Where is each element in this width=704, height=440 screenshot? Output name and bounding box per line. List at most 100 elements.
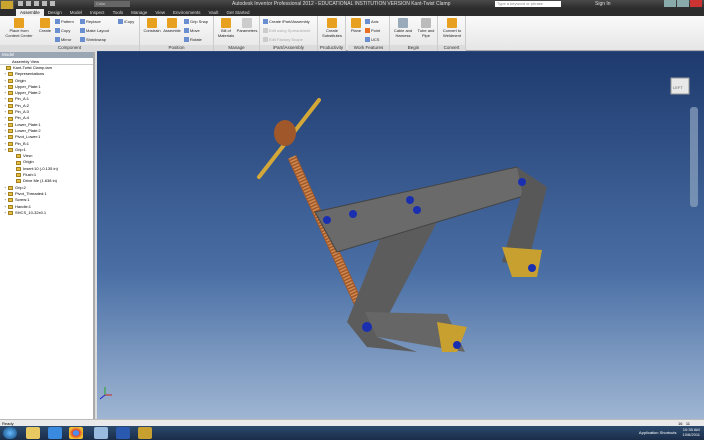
maximize-button[interactable] [677, 0, 689, 7]
axis-button[interactable]: Axis [365, 19, 379, 24]
tab-environments[interactable]: Environments [169, 9, 205, 16]
label: Cable and Harness [393, 28, 413, 38]
close-button[interactable] [690, 0, 702, 7]
sign-in-button[interactable]: Sign In [595, 1, 611, 7]
save-icon[interactable] [34, 1, 39, 6]
component-icon [8, 97, 13, 102]
expand-icon[interactable]: + [4, 147, 7, 153]
axis-icon [365, 19, 370, 24]
open-icon[interactable] [26, 1, 31, 6]
point-button[interactable]: Point [365, 28, 380, 33]
label: Create Substitutes [322, 28, 342, 38]
shrinkwrap-button[interactable]: Shrinkwrap [80, 37, 106, 42]
inventor-icon[interactable] [138, 427, 152, 439]
component-icon [8, 129, 13, 134]
create-ipart-button[interactable]: Create iPart/iAssembly [263, 19, 310, 24]
internet-explorer-icon[interactable] [48, 427, 62, 439]
pattern-button[interactable]: Pattern [55, 19, 74, 24]
pin [349, 210, 357, 218]
copy-button[interactable]: Copy [55, 28, 70, 33]
graphics-viewport[interactable]: LEFT [97, 52, 704, 419]
tree-node[interactable]: + SHCS_10-32x0.1 [2, 210, 93, 216]
rotate-button[interactable]: Rotate [184, 37, 202, 42]
tube-icon [421, 18, 431, 28]
edit-factory-scope-button[interactable]: Edit Factory Scope [263, 37, 303, 42]
label: UCS [371, 37, 380, 42]
pin [362, 322, 372, 332]
tab-tools[interactable]: Tools [109, 9, 128, 16]
explorer-icon[interactable] [26, 427, 40, 439]
tube-pipe-button[interactable]: Tube and Pipe [415, 18, 437, 38]
redo-icon[interactable] [50, 1, 55, 6]
tab-get-started[interactable]: Get Started [222, 9, 253, 16]
label: Create [38, 28, 51, 33]
assemble-button[interactable]: Assemble [162, 18, 182, 34]
word-icon[interactable] [116, 427, 130, 439]
node-label: SHCS_10-32x0.1 [15, 209, 47, 215]
parameters-button[interactable]: Parameters [236, 18, 258, 34]
constrain-icon [147, 18, 157, 28]
plane-button[interactable]: Plane [349, 18, 363, 34]
tab-view[interactable]: View [151, 9, 169, 16]
start-button[interactable] [3, 427, 17, 439]
place-from-content-center-button[interactable]: Place from Content Center [2, 18, 36, 38]
color-select[interactable]: Color [94, 1, 130, 7]
grip-snap-button[interactable]: Grip Snap [184, 19, 208, 24]
component-icon [8, 78, 13, 83]
convert-weldment-button[interactable]: Convert to Weldment [439, 18, 465, 38]
label: Mirror [61, 37, 72, 42]
component-icon [8, 135, 13, 140]
minimize-button[interactable] [664, 0, 676, 7]
assembly-view-dropdown[interactable]: Assembly View [0, 58, 93, 65]
cable-icon [398, 18, 408, 28]
tab-manage[interactable]: Manage [127, 9, 151, 16]
mirror-button[interactable]: Mirror [55, 37, 71, 42]
constrain-button[interactable]: Constrain [142, 18, 162, 34]
make-layout-button[interactable]: Make Layout [80, 28, 109, 33]
tab-assemble[interactable]: Assemble [16, 9, 44, 16]
label: Plane [350, 28, 362, 33]
component-icon [8, 204, 13, 209]
label: Move [190, 28, 200, 33]
label: Assemble [163, 28, 181, 33]
navigation-bar[interactable] [690, 107, 698, 207]
label: Place from Content Center [5, 28, 33, 38]
tab-model[interactable]: Model [66, 9, 86, 16]
new-icon[interactable] [18, 1, 23, 6]
tab-design[interactable]: Design [44, 9, 66, 16]
tab-inspect[interactable]: Inspect [86, 9, 109, 16]
plane-icon [351, 18, 361, 28]
move-button[interactable]: Move [184, 28, 200, 33]
clamp-model: LEFT [99, 77, 698, 400]
icopy-button[interactable]: iCopy [118, 19, 134, 24]
application-shortcuts[interactable]: Application Shortcuts [639, 430, 677, 435]
clock[interactable]: 10:35 AM 10/6/2011 [683, 427, 701, 437]
replace-button[interactable]: Replace [80, 19, 101, 24]
component-icon [8, 72, 13, 77]
component-icon [8, 91, 13, 96]
bill-of-materials-button[interactable]: Bill of Materials [216, 18, 236, 38]
component-icon [8, 116, 13, 121]
edit-spreadsheet-button[interactable]: Edit using Spreadsheet [263, 28, 310, 33]
cable-harness-button[interactable]: Cable and Harness [392, 18, 414, 38]
screw-head [274, 120, 296, 146]
chrome-icon[interactable] [69, 427, 83, 439]
search-input[interactable]: Type a keyword or phrase [495, 1, 561, 7]
component-icon [8, 192, 13, 197]
pattern-icon [55, 19, 60, 24]
ucs-button[interactable]: UCS [365, 37, 379, 42]
expand-icon[interactable]: + [4, 210, 7, 216]
notepad-icon[interactable] [94, 427, 108, 439]
point-icon [365, 28, 370, 33]
create-button[interactable]: Create [36, 18, 54, 34]
tab-vault[interactable]: Vault [205, 9, 223, 16]
label: Bill of Materials [217, 28, 235, 38]
undo-icon[interactable] [42, 1, 47, 6]
component-icon [16, 154, 21, 159]
browser-tree: Kant-Twist Clamp.iam + Representations + Ori… [0, 65, 93, 216]
component-icon [6, 66, 11, 71]
place-icon [14, 18, 24, 28]
create-substitutes-button[interactable]: Create Substitutes [319, 18, 345, 38]
position-panel: Constrain Assemble Grip Snap Move Rotate… [140, 16, 214, 51]
label: Parameters [236, 28, 258, 33]
